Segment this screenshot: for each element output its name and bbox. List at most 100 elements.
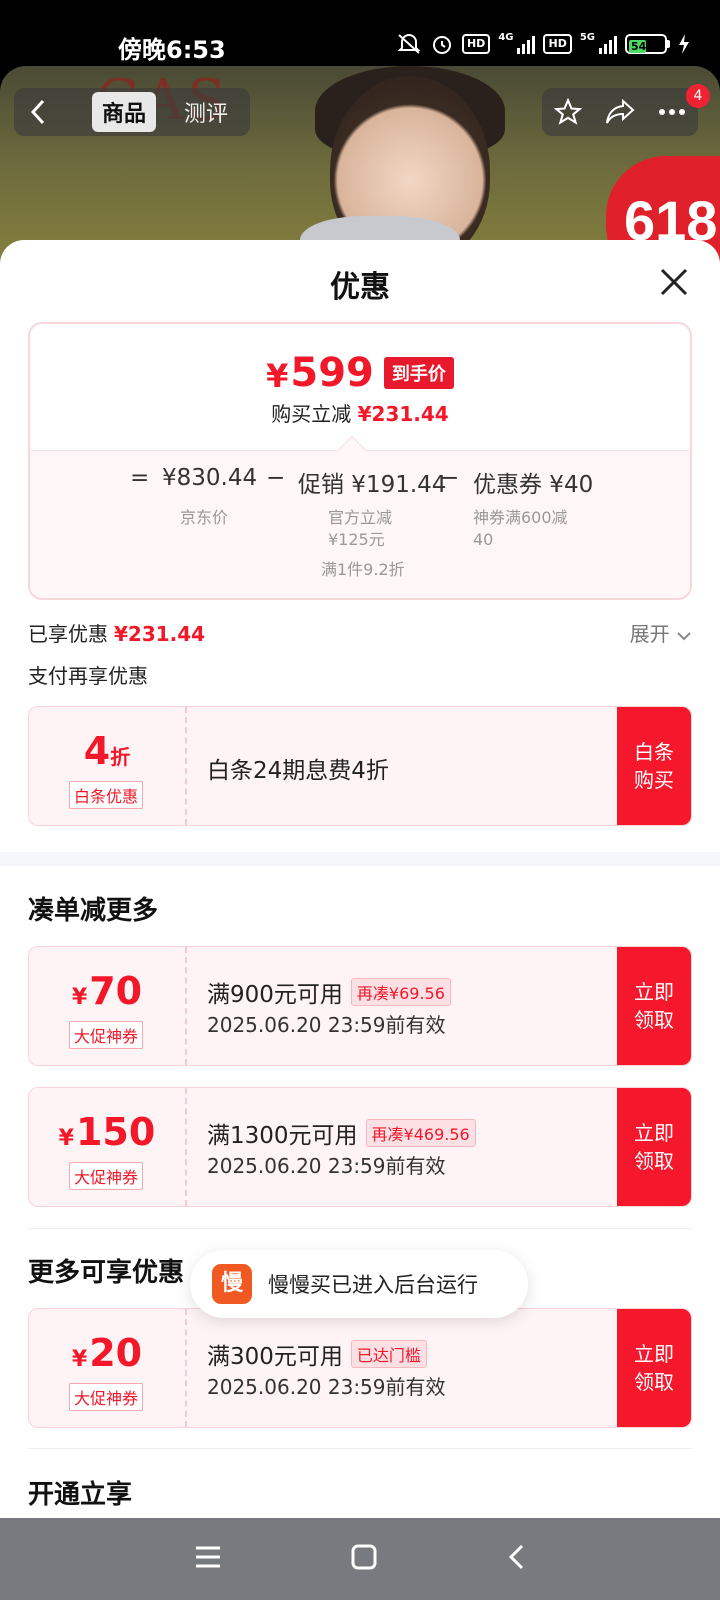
home-square-icon: [351, 1544, 377, 1570]
enjoyed-discount: 已享优惠 ¥231.44: [28, 618, 205, 647]
tab-review[interactable]: 测评: [174, 92, 238, 132]
baitiao-amount: 4: [83, 729, 111, 773]
baitiao-desc: 白条24期息费4折: [207, 758, 389, 784]
product-tabs: 商品 测评: [62, 88, 251, 136]
close-button[interactable]: [656, 264, 692, 300]
btn-line-2: 领取: [634, 1370, 674, 1394]
coupon-currency: ¥: [71, 1347, 88, 1372]
coupon-amount: 20: [89, 1331, 143, 1375]
price-breakdown: = ¥830.44 − 促销 ¥191.44 − 优惠券 ¥40 京东价 官方立…: [30, 450, 690, 598]
coupon-discount: 优惠券 ¥40: [473, 472, 594, 498]
coupon-condition: 满300元可用: [207, 1344, 343, 1370]
back-button[interactable]: [14, 88, 62, 136]
coupon-validity: 2025.06.20 23:59前有效: [207, 1375, 446, 1399]
claim-coupon-button[interactable]: 立即 领取: [617, 947, 691, 1065]
status-icons: HD 4G HD 5G 54: [396, 32, 690, 56]
open-membership-title: 开通立享: [28, 1480, 133, 1510]
extra-discount-title: 更多可享优惠: [28, 1258, 185, 1288]
btn-line-2: 领取: [634, 1149, 674, 1173]
manmanmai-app-icon: 慢: [212, 1264, 252, 1304]
charging-icon: [678, 34, 690, 54]
jd-price-label: 京东价: [180, 508, 229, 527]
btn-line-1: 立即: [634, 1342, 674, 1366]
coupon-currency: ¥: [71, 985, 88, 1010]
signal-icon: [517, 34, 536, 54]
btn-line-1: 白条: [634, 740, 674, 764]
promo-discount: 促销 ¥191.44: [298, 472, 447, 498]
mute-icon: [396, 32, 422, 56]
background-run-toast: 慢 慢慢买已进入后台运行: [190, 1250, 528, 1318]
hd-icon-2: HD: [543, 34, 572, 54]
toast-text: 慢慢买已进入后台运行: [268, 1273, 478, 1297]
product-top-nav: 商品 测评 4: [0, 84, 720, 136]
btn-line-1: 立即: [634, 1121, 674, 1145]
hd-icon: HD: [461, 34, 491, 54]
favorite-button[interactable]: [542, 88, 594, 136]
action-buttons: [542, 88, 698, 136]
share-icon: [606, 99, 635, 124]
signal-icon-2: [599, 34, 617, 54]
price-value: 599: [290, 350, 374, 396]
coupon-validity: 2025.06.20 23:59前有效: [207, 1154, 446, 1178]
final-price-card: ¥ 599 到手价 购买立减 ¥231.44 = ¥830.44 − 促销 ¥1…: [28, 322, 692, 600]
battery-icon: 54: [625, 34, 670, 54]
minus-sign-2: −: [440, 465, 460, 491]
reduction-label: 购买立减: [271, 402, 352, 426]
sheet-title: 优惠: [330, 270, 390, 305]
coupon-sub-2: 40: [473, 530, 494, 549]
baitiao-unit: 折: [110, 745, 131, 769]
final-price-tag: 到手价: [383, 357, 454, 389]
network-type: 4G: [498, 32, 514, 43]
more-dots-icon: [659, 109, 685, 115]
battery-level: 54: [629, 40, 647, 53]
baitiao-buy-button[interactable]: 白条 购买: [617, 707, 691, 825]
coupon-gap-pill: 再凑¥69.56: [350, 978, 451, 1006]
coupon-sub-1: 神券满600减: [473, 508, 568, 527]
coupon-item: ¥70 大促神券 满900元可用 再凑¥69.56 2025.06.20 23:5…: [28, 946, 692, 1066]
notification-badge: 4: [686, 84, 710, 108]
system-nav-bar: [0, 1518, 720, 1600]
coupon-item: ¥20 大促神券 满300元可用 已达门槛 2025.06.20 23:59前有效…: [28, 1308, 692, 1428]
coupon-tag: 大促神券: [69, 1162, 144, 1190]
coupon-condition: 满1300元可用: [207, 1123, 358, 1149]
more-discount-title: 凑单减更多: [28, 896, 159, 926]
promo-sub-3: 满1件9.2折: [321, 560, 405, 579]
nav-back-button[interactable]: [506, 1543, 526, 1575]
section-divider: [0, 852, 720, 866]
pay-more-label: 支付再享优惠: [28, 664, 148, 688]
divider: [28, 1228, 692, 1229]
close-icon: [660, 268, 688, 296]
discount-sheet: 优惠 ¥ 599 到手价 购买立减 ¥231.44 = ¥830.44 − 促销…: [0, 240, 720, 1518]
final-price: ¥ 599 到手价: [30, 350, 690, 396]
claim-coupon-button[interactable]: 立即 领取: [617, 1309, 691, 1427]
back-arrow-icon: [30, 99, 45, 125]
btn-line-1: 立即: [634, 980, 674, 1004]
chevron-down-icon: [677, 632, 691, 641]
status-time: 傍晚6:53: [118, 36, 226, 64]
btn-line-2: 领取: [634, 1008, 674, 1032]
claim-coupon-button[interactable]: 立即 领取: [617, 1088, 691, 1206]
coupon-amount: 150: [75, 1110, 156, 1154]
purchase-reduction: 购买立减 ¥231.44: [30, 398, 690, 427]
baitiao-tag: 白条优惠: [69, 781, 144, 809]
enjoyed-label: 已享优惠: [28, 622, 108, 646]
expand-button[interactable]: 展开: [630, 618, 692, 647]
coupon-validity: 2025.06.20 23:59前有效: [207, 1013, 446, 1037]
tab-product[interactable]: 商品: [92, 92, 157, 132]
coupon-tag: 大促神券: [69, 1383, 144, 1411]
menu-icon: [196, 1546, 220, 1568]
coupon-item: ¥150 大促神券 满1300元可用 再凑¥469.56 2025.06.20 2…: [28, 1087, 692, 1207]
threshold-reached-pill: 已达门槛: [350, 1340, 427, 1368]
coupon-condition: 满900元可用: [207, 982, 343, 1008]
coupon-currency: ¥: [58, 1126, 74, 1151]
home-button[interactable]: [350, 1543, 378, 1575]
coupon-amount: 70: [89, 969, 143, 1013]
recents-button[interactable]: [194, 1545, 222, 1573]
star-icon: [554, 98, 582, 125]
network-type-2: 5G: [579, 32, 595, 43]
equals-sign: =: [130, 465, 150, 491]
jd-price: ¥830.44: [162, 465, 258, 491]
share-button[interactable]: [594, 88, 646, 136]
btn-line-2: 购买: [634, 768, 674, 792]
coupon-tag: 大促神券: [69, 1021, 144, 1049]
